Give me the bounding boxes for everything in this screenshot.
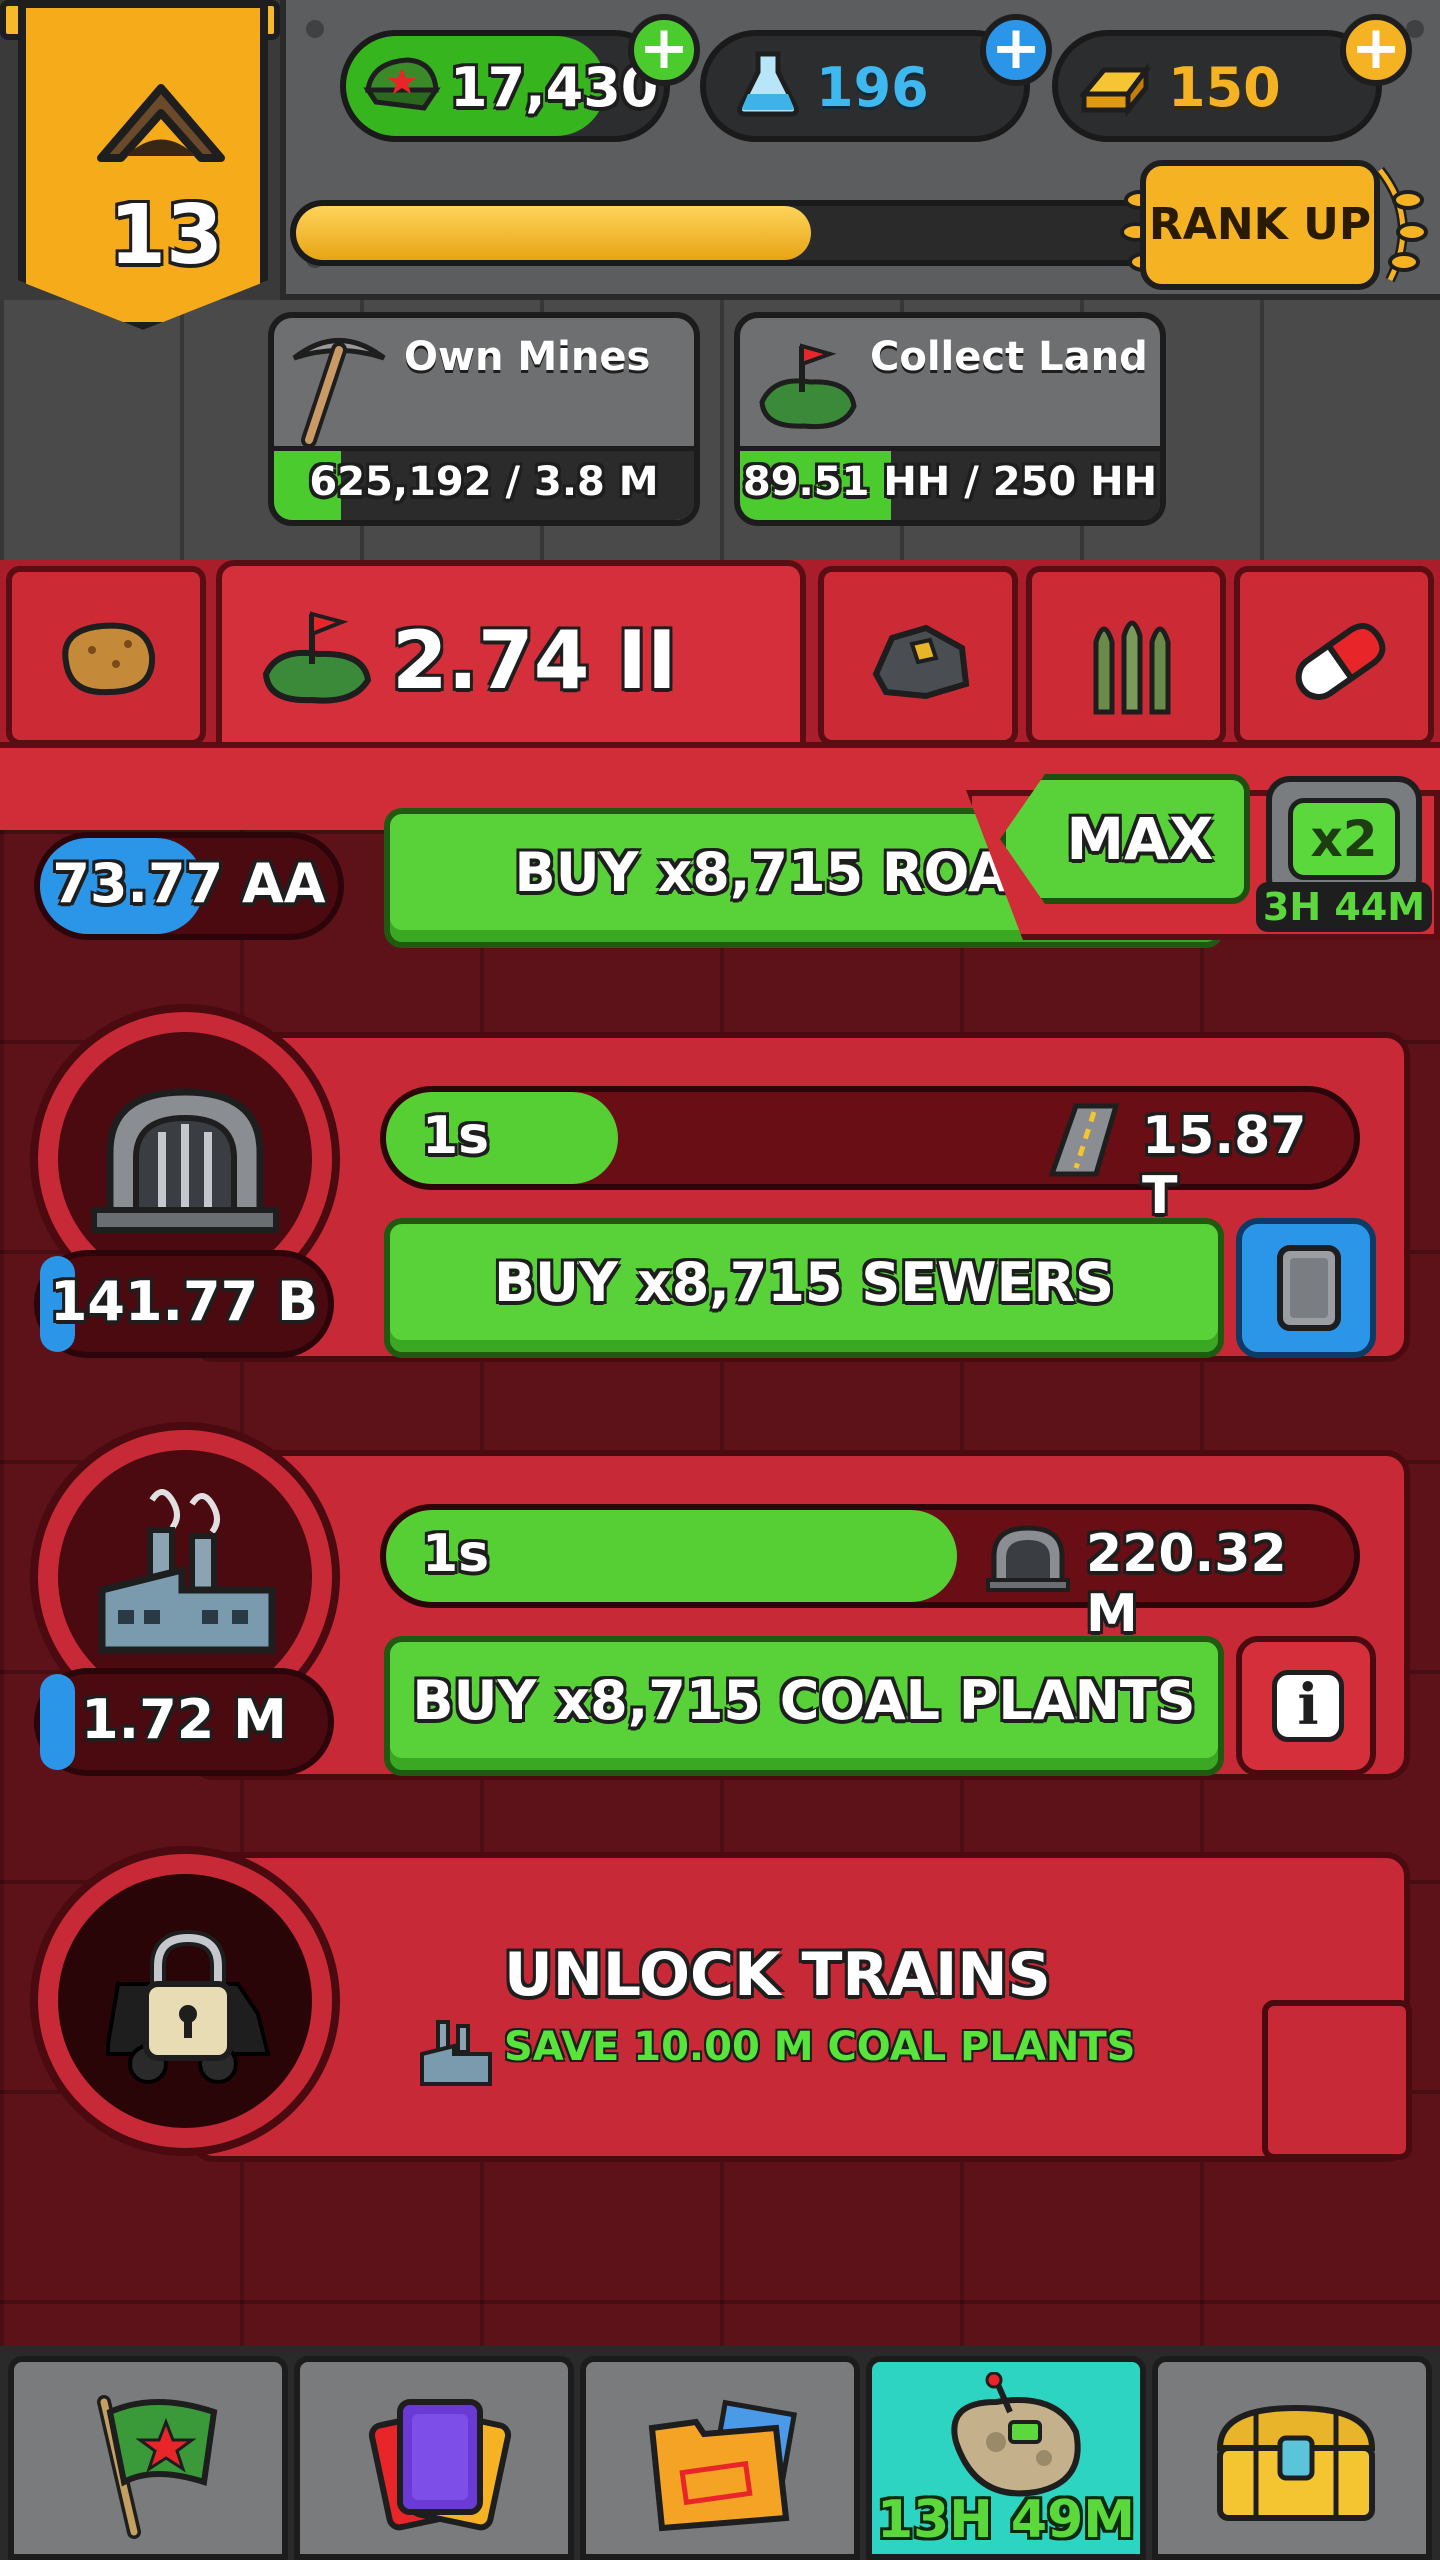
- gold-counter[interactable]: 150: [1052, 30, 1382, 142]
- rank-chevron-icon: [97, 84, 225, 162]
- coal-plant-icon: [420, 2020, 492, 2086]
- rank-level: 13: [108, 188, 224, 283]
- income-value: 220.32 M: [1086, 1524, 1287, 1644]
- treasure-chest-icon: [1216, 2404, 1376, 2521]
- goal-progress-bar: 625,192 / 3.8 M: [274, 446, 694, 520]
- ore-rock-icon: [872, 624, 970, 700]
- unlock-title: UNLOCK TRAINS: [504, 1940, 1051, 2010]
- flask-icon: [737, 51, 799, 117]
- buy-coal-plants-button[interactable]: BUY x8,715 COAL PLANTS: [384, 1636, 1224, 1776]
- coal-plant-icon: [98, 1489, 276, 1654]
- army-cap-icon: [363, 57, 441, 111]
- tab-land-active[interactable]: 2.74 II: [216, 560, 806, 760]
- unlock-condition: SAVE 10.00 M COAL PLANTS: [504, 2024, 1136, 2070]
- add-cash-button[interactable]: +: [628, 14, 700, 86]
- gold-value: 150: [1168, 56, 1281, 119]
- cash-counter[interactable]: 17,430: [340, 30, 670, 142]
- portrait-bg: [58, 1032, 312, 1286]
- info-button[interactable]: i: [1236, 1636, 1376, 1776]
- sewer-icon: [91, 1088, 279, 1233]
- nav-folder-button[interactable]: [580, 2356, 860, 2560]
- x2-boost-timer: 3H 44M: [1256, 882, 1432, 932]
- production-progress-fill: [386, 1092, 619, 1184]
- business-count: 1.72 M: [81, 1688, 287, 1751]
- goal-card-collect-land[interactable]: Collect Land 89.51 HH / 250 HH: [734, 312, 1166, 526]
- rank-banner[interactable]: 13: [18, 0, 268, 330]
- asteroid-timer: 13H 49M: [876, 2490, 1136, 2550]
- nav-asteroid-button[interactable]: 13H 49M: [866, 2356, 1146, 2560]
- goal-card-own-mines[interactable]: Own Mines 625,192 / 3.8 M: [268, 312, 700, 526]
- flag-star-icon: [97, 2395, 218, 2539]
- income-value: 15.87 T: [1142, 1106, 1307, 1226]
- pickaxe-icon: [292, 338, 386, 448]
- cash-value: 17,430: [450, 56, 659, 119]
- cards-icon: [368, 2399, 512, 2531]
- business-count-pill: 141.77 B: [34, 1250, 334, 1358]
- nav-cards-button[interactable]: [294, 2356, 574, 2560]
- buy-multiplier-max-button[interactable]: MAX: [1000, 774, 1250, 904]
- production-progress-bar: 1s 220.32 M: [380, 1504, 1360, 1644]
- sewer-icon: [986, 1525, 1070, 1592]
- x2-boost-label: x2: [1288, 798, 1400, 880]
- land-flag-icon: [262, 611, 372, 704]
- production-time: 1s: [422, 1524, 490, 1584]
- add-gold-button[interactable]: +: [1340, 14, 1412, 86]
- production-time: 1s: [422, 1106, 490, 1166]
- xp-progress-fill: [296, 206, 812, 260]
- portrait-bg: [58, 1874, 312, 2128]
- add-science-button[interactable]: +: [980, 14, 1052, 86]
- goal-progress-value: 89.51 HH / 250 HH: [742, 459, 1158, 505]
- business-count: 141.77 B: [49, 1270, 319, 1333]
- info-icon: i: [1272, 1670, 1344, 1742]
- buy-sewers-button[interactable]: BUY x8,715 SEWERS: [384, 1218, 1224, 1358]
- rank-up-button[interactable]: RANK UP: [1140, 160, 1380, 290]
- pill-icon: [1295, 623, 1386, 700]
- science-value: 196: [816, 56, 929, 119]
- business-count: 73.77 AA: [52, 852, 326, 915]
- laurel-right-icon: [1376, 166, 1428, 283]
- gold-bars-icon: [1078, 62, 1151, 118]
- business-count-pill: 73.77 AA: [34, 832, 344, 940]
- folder-icon: [648, 2399, 798, 2532]
- unlock-side-panel: [1262, 2000, 1412, 2160]
- trains-locked-portrait: [30, 1846, 340, 2156]
- manager-card-button[interactable]: [1236, 1218, 1376, 1358]
- rivet: [306, 20, 324, 38]
- goal-progress-value: 625,192 / 3.8 M: [309, 459, 659, 505]
- manager-card-icon: [1277, 1245, 1341, 1331]
- production-progress-bar: 1s 15.87 T: [380, 1086, 1360, 1226]
- tab-potato[interactable]: [6, 566, 206, 746]
- nav-flag-button[interactable]: [8, 2356, 288, 2560]
- goal-title: Own Mines: [404, 334, 651, 380]
- potato-icon: [62, 622, 156, 696]
- business-count-pill: 1.72 M: [34, 1668, 334, 1776]
- goal-title: Collect Land: [870, 334, 1148, 380]
- land-flag-icon: [759, 343, 857, 430]
- tab-ammo[interactable]: [1026, 566, 1226, 746]
- nav-treasure-button[interactable]: [1152, 2356, 1432, 2560]
- goal-progress-bar: 89.51 HH / 250 HH: [740, 446, 1160, 520]
- locked-train-icon: [106, 1929, 271, 2084]
- tab-ore[interactable]: [818, 566, 1018, 746]
- xp-progress-bar: [290, 200, 1190, 266]
- active-resource-value: 2.74 II: [392, 614, 677, 707]
- road-icon: [1048, 1103, 1120, 1177]
- tab-medicine[interactable]: [1234, 566, 1434, 746]
- ammo-icon: [1093, 620, 1171, 715]
- portrait-bg: [58, 1450, 312, 1704]
- hud-lower-panel: [0, 300, 1440, 560]
